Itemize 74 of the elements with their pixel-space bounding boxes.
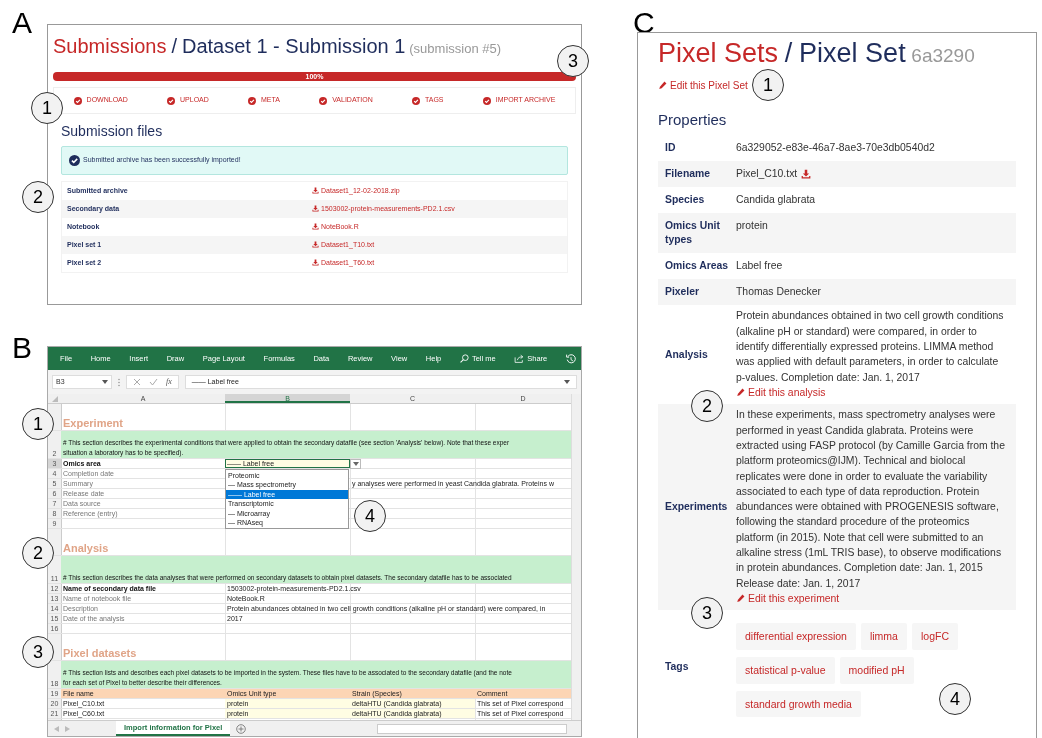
callout-marker: 3 bbox=[557, 45, 589, 77]
pencil-icon bbox=[658, 81, 667, 91]
page-subtitle: (submission #5) bbox=[409, 41, 502, 57]
corner-triangle-icon bbox=[51, 395, 58, 402]
callout-marker: 2 bbox=[22, 181, 54, 213]
share-icon bbox=[514, 354, 525, 363]
breadcrumb-link[interactable]: Submissions bbox=[53, 34, 167, 58]
breadcrumb-link[interactable]: Pixel Sets bbox=[658, 37, 779, 70]
callout-marker: 1 bbox=[31, 92, 63, 124]
property-value: protein bbox=[736, 219, 768, 234]
property-label: Species bbox=[665, 193, 705, 208]
tag-chip[interactable]: differential expression bbox=[736, 623, 856, 650]
section-title: Analysis bbox=[63, 540, 109, 555]
section-title: Submission files bbox=[61, 123, 164, 140]
download-icon bbox=[312, 223, 319, 231]
check-circle-icon bbox=[69, 154, 80, 166]
callout-marker: 1 bbox=[752, 69, 784, 101]
arrow-left-icon[interactable] bbox=[54, 725, 59, 732]
download-icon bbox=[312, 205, 319, 213]
property-value: Pixel_C10.txt bbox=[736, 167, 798, 182]
pencil-icon bbox=[736, 388, 745, 397]
caret-icon bbox=[564, 380, 570, 384]
callout-marker: 2 bbox=[22, 537, 54, 569]
horizontal-scrollbar[interactable] bbox=[377, 723, 567, 734]
vertical-scrollbar[interactable] bbox=[571, 394, 581, 720]
tag-chip[interactable]: modified pH bbox=[839, 656, 914, 684]
page-title: Dataset 1 - Submission 1 bbox=[181, 34, 406, 58]
download-icon[interactable] bbox=[801, 169, 812, 180]
download-icon bbox=[312, 241, 319, 249]
download-icon bbox=[312, 259, 319, 267]
breadcrumb-separator: / bbox=[784, 37, 793, 70]
page-subtitle: 6a3290 bbox=[911, 45, 975, 68]
arrow-right-icon[interactable] bbox=[65, 725, 70, 732]
property-value: 6a329052-e83e-46a7-8ae3-70e3db0540d2 bbox=[736, 141, 935, 156]
callout-marker: 3 bbox=[22, 636, 54, 668]
property-value: Label free bbox=[736, 259, 783, 274]
caret-icon bbox=[102, 380, 108, 384]
panel-letter: B bbox=[11, 333, 33, 363]
pencil-icon bbox=[736, 594, 745, 603]
page-title: Pixel Set bbox=[799, 37, 906, 70]
search-icon bbox=[459, 354, 469, 363]
section-title: Pixel datasets bbox=[63, 645, 137, 660]
property-label: Omics Unit types bbox=[665, 219, 721, 248]
property-value: Candida glabrata bbox=[736, 193, 816, 208]
property-value: Thomas Denecker bbox=[736, 285, 821, 300]
property-value: In these experiments, mass spectrometry analyses were performed in yeast Candida glabrata. Proteins were extracted using FASP protocol (by Camille Garcia from the platform proteomics@IJM). Technical and biolocal replicates were done in order to evaluate the variability associated to each type of data reproduction. Protein abundances were obtained with PROGENESIS software, following the standard procedure of the proteomics platform (in 2015). Note that cell were submitted to an alkaline stress (1mL TRIS base), to observe modifications in protein abundances. Completion date: Jan. 1, 2015 Release date: Jan. 1, 2017 bbox=[736, 408, 1006, 591]
property-value: Protein abundances obtained in two cell growth conditions (alkaline pH or standard) were compared, in order to identify differentially expressed proteins. LIMMA method was applied with default parameters, in order to calculate p-values. Completion date: Jan. 1, 2017 bbox=[736, 309, 1005, 385]
section-title: Experiment bbox=[63, 415, 123, 430]
property-label: Tags bbox=[665, 660, 689, 675]
caret-icon bbox=[352, 462, 359, 466]
property-label: Experiments bbox=[665, 500, 728, 515]
edit-link[interactable]: Edit this analysis bbox=[736, 384, 826, 401]
dropdown-button[interactable] bbox=[350, 459, 361, 469]
property-label: ID bbox=[665, 141, 676, 156]
property-label: Pixeler bbox=[665, 285, 700, 300]
edit-link[interactable]: Edit this Pixel Set bbox=[658, 78, 748, 94]
enter-icon[interactable] bbox=[149, 378, 158, 386]
callout-marker: 1 bbox=[22, 408, 54, 440]
download-icon bbox=[312, 187, 319, 195]
edit-link[interactable]: Edit this experiment bbox=[736, 590, 840, 607]
property-label: Analysis bbox=[665, 347, 708, 362]
tag-chip[interactable]: limma bbox=[860, 623, 907, 650]
panel-letter: A bbox=[11, 5, 33, 38]
property-label: Filename bbox=[665, 167, 711, 182]
insert-function-button[interactable]: fx bbox=[166, 376, 172, 388]
tag-chip[interactable]: standard growth media bbox=[736, 690, 861, 718]
history-icon[interactable] bbox=[565, 353, 576, 364]
add-sheet-icon[interactable] bbox=[236, 723, 247, 734]
tag-chip[interactable]: logFC bbox=[911, 623, 958, 650]
property-label: Omics Areas bbox=[665, 259, 729, 274]
tag-chip[interactable]: statistical p-value bbox=[736, 656, 835, 684]
section-title: Properties bbox=[658, 111, 728, 130]
breadcrumb-separator: / bbox=[171, 34, 177, 58]
cancel-icon[interactable] bbox=[133, 378, 141, 386]
